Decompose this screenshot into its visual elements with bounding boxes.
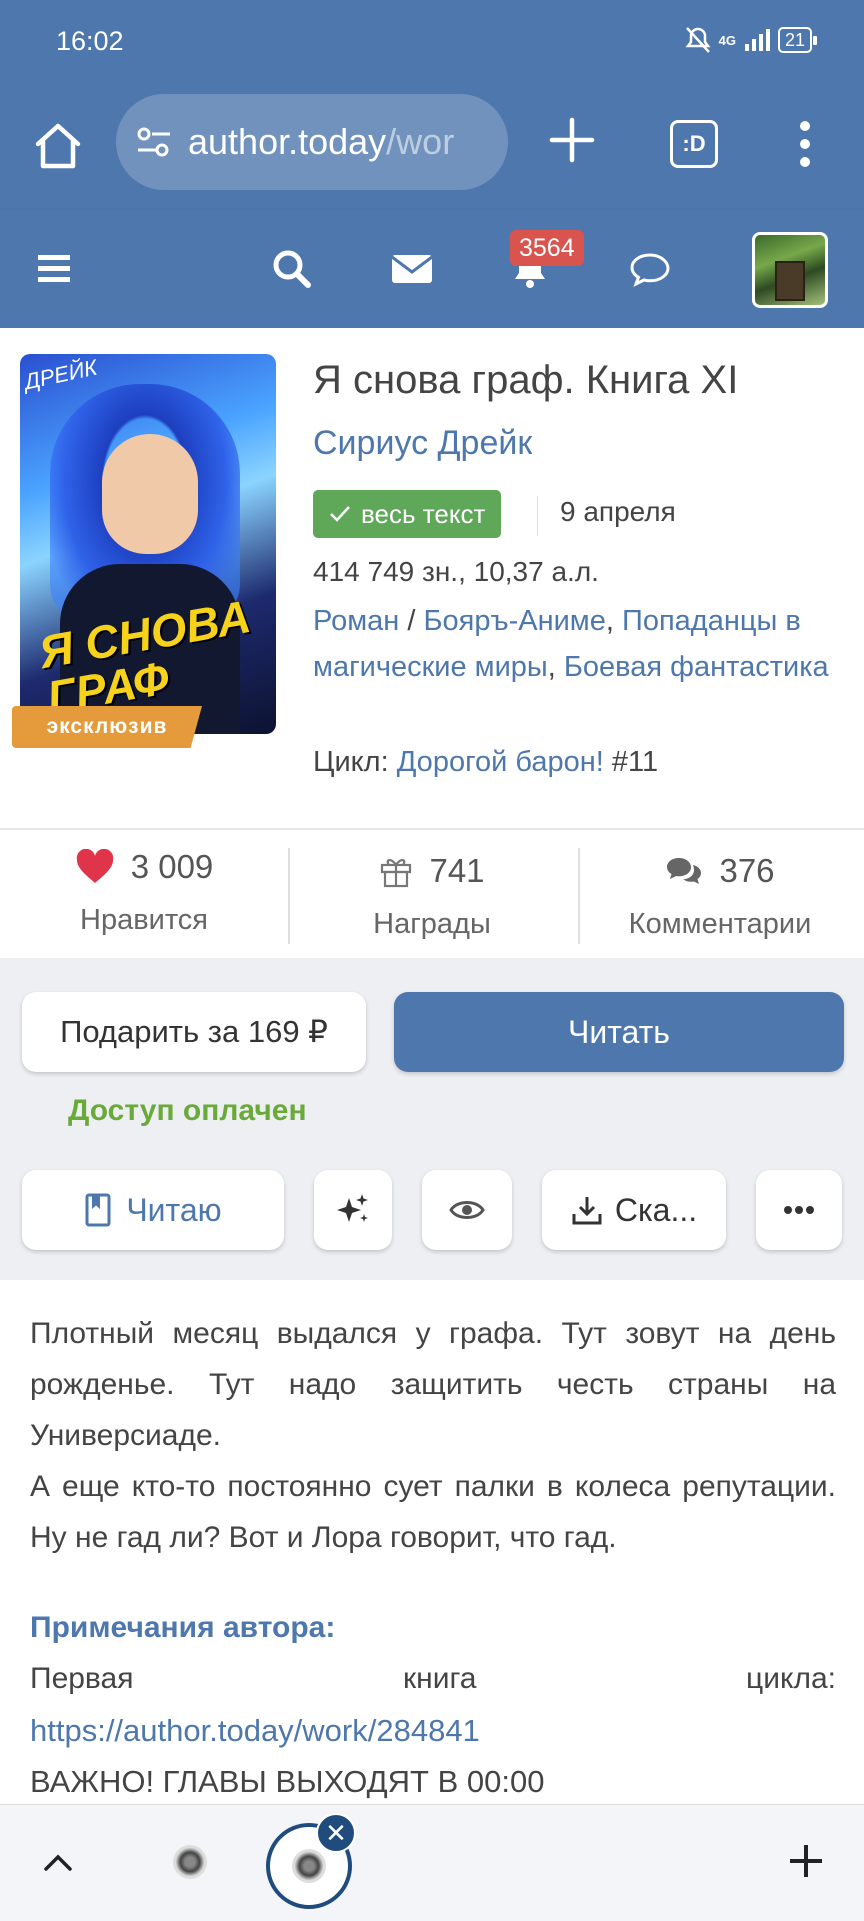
watch-button[interactable] — [422, 1170, 512, 1250]
stats-row: 3 009 Нравится 741 Награды 376 Комментар… — [0, 828, 864, 962]
access-paid-status: Доступ оплачен — [68, 1094, 307, 1127]
read-button[interactable]: Читать — [394, 992, 844, 1072]
user-avatar[interactable] — [752, 232, 828, 308]
genre-separator: , — [547, 651, 564, 683]
author-notes-line: Первая книга цикла: — [30, 1662, 836, 1696]
cover-art-face — [102, 434, 198, 554]
comments-stat[interactable]: 376 Комментарии — [576, 830, 864, 960]
new-tab-icon[interactable] — [546, 114, 598, 166]
book-title: Я снова граф. Книга XI — [313, 358, 739, 402]
genre-separator: / — [399, 605, 424, 637]
cycle-label: Цикл: — [313, 746, 389, 778]
url-text: author.today/wor — [188, 121, 454, 163]
url-path: /wor — [386, 121, 455, 162]
gift-icon — [381, 859, 412, 888]
close-icon[interactable]: ✕ — [316, 1813, 356, 1853]
notes-word: цикла: — [746, 1662, 836, 1695]
download-button[interactable]: Ска... — [542, 1170, 726, 1250]
more-vert-icon[interactable] — [790, 118, 820, 170]
sparkle-icon — [337, 1194, 368, 1222]
hamburger-icon[interactable] — [34, 245, 82, 293]
address-bar[interactable]: author.today/wor — [116, 94, 508, 190]
release-notice: ВАЖНО! ГЛАВЫ ВЫХОДЯТ В 00:00 — [30, 1764, 545, 1799]
genre-list: Роман / Бояръ-Аниме, Попаданцы в магичес… — [313, 598, 833, 690]
status-badge: весь текст — [313, 490, 502, 538]
status-badge-label: весь текст — [361, 498, 486, 529]
first-book-link[interactable]: https://author.today/work/284841 — [30, 1713, 480, 1749]
annotation-text: Плотный месяц выдался у графа. Тут зовут… — [30, 1308, 836, 1563]
annotation-paragraph: Плотный месяц выдался у графа. Тут зовут… — [30, 1317, 836, 1452]
status-time: 16:02 — [56, 26, 124, 56]
mail-icon[interactable] — [388, 245, 436, 293]
home-icon[interactable] — [30, 118, 86, 174]
likes-stat[interactable]: 3 009 Нравится — [0, 830, 288, 960]
chat-icon[interactable] — [626, 245, 674, 293]
comments-count: 376 — [719, 852, 775, 889]
exclusive-badge: эксклюзив — [12, 706, 202, 748]
url-host: author.today — [188, 121, 387, 162]
actions-panel: Подарить за 169 ₽ Читать Доступ оплачен … — [0, 958, 864, 1280]
author-notes-heading: Примечания автора: — [30, 1611, 336, 1644]
publish-date: 9 апреля — [560, 496, 676, 527]
reading-label: Читаю — [126, 1191, 222, 1228]
cycle-link[interactable]: Дорогой барон! — [397, 746, 604, 778]
recommend-button[interactable] — [314, 1170, 392, 1250]
site-settings-icon[interactable] — [134, 122, 174, 162]
awards-count: 741 — [429, 852, 485, 889]
divider — [537, 496, 538, 536]
network-type: 4G — [718, 32, 736, 48]
tab-crest-icon — [292, 1849, 326, 1883]
check-icon — [330, 506, 350, 522]
genre-link[interactable]: Роман — [313, 605, 399, 637]
more-horiz-icon — [784, 1206, 814, 1214]
search-icon[interactable] — [268, 245, 316, 293]
genre-link[interactable]: Бояръ-Аниме — [423, 605, 605, 637]
gift-button[interactable]: Подарить за 169 ₽ — [22, 992, 366, 1072]
cycle-info: Цикл: Дорогой барон! #11 — [313, 746, 658, 779]
bookmark-icon — [85, 1193, 111, 1227]
comments-icon — [667, 858, 702, 884]
site-navbar: 3564 — [0, 210, 864, 328]
cover-author: ДРЕЙК — [22, 354, 100, 395]
genre-separator: , — [605, 605, 622, 637]
book-description: Плотный месяц выдался у графа. Тут зовут… — [0, 1280, 864, 1804]
comments-label: Комментарии — [628, 908, 812, 940]
plus-icon[interactable] — [786, 1841, 826, 1881]
more-actions-button[interactable] — [756, 1170, 842, 1250]
likes-label: Нравится — [80, 904, 208, 936]
awards-label: Награды — [373, 908, 491, 940]
browser-bottom-bar: ✕ — [0, 1804, 864, 1921]
book-cover[interactable]: ДРЕЙК Я СНОВА ГРАФ — [20, 354, 276, 734]
heart-icon — [76, 849, 113, 883]
avatar-image — [775, 261, 805, 301]
tab-crest-icon[interactable] — [173, 1845, 207, 1879]
book-card: ДРЕЙК Я СНОВА ГРАФ эксклюзив Я снова гра… — [0, 328, 864, 828]
likes-count: 3 009 — [130, 848, 214, 885]
bell-muted-icon — [685, 27, 711, 53]
author-link[interactable]: Сириус Дрейк — [313, 424, 532, 463]
battery-indicator: 21 — [777, 27, 818, 53]
book-size: 414 749 зн., 10,37 а.л. — [313, 556, 599, 587]
notifications-badge[interactable]: 3564 — [510, 230, 584, 266]
browser-toolbar: author.today/wor :D — [0, 84, 864, 210]
cycle-number: #11 — [611, 746, 659, 778]
genre-link[interactable]: Боевая фантастика — [564, 651, 829, 683]
signal-icon — [744, 29, 770, 51]
download-label: Ска... — [614, 1191, 698, 1228]
reading-button[interactable]: Читаю — [22, 1170, 284, 1250]
chevron-up-icon[interactable] — [40, 1845, 76, 1881]
awards-stat[interactable]: 741 Награды — [288, 830, 576, 960]
notes-word: книга — [403, 1662, 477, 1695]
status-icons: 4G 21 — [685, 26, 818, 54]
download-icon — [572, 1197, 602, 1225]
notes-word: Первая — [30, 1662, 134, 1695]
eye-icon — [449, 1201, 485, 1219]
tab-switcher-icon[interactable]: :D — [670, 120, 718, 168]
status-bar: 16:02 4G 21 — [0, 0, 864, 84]
annotation-paragraph: А еще кто-то постоянно сует палки в коле… — [30, 1470, 836, 1554]
